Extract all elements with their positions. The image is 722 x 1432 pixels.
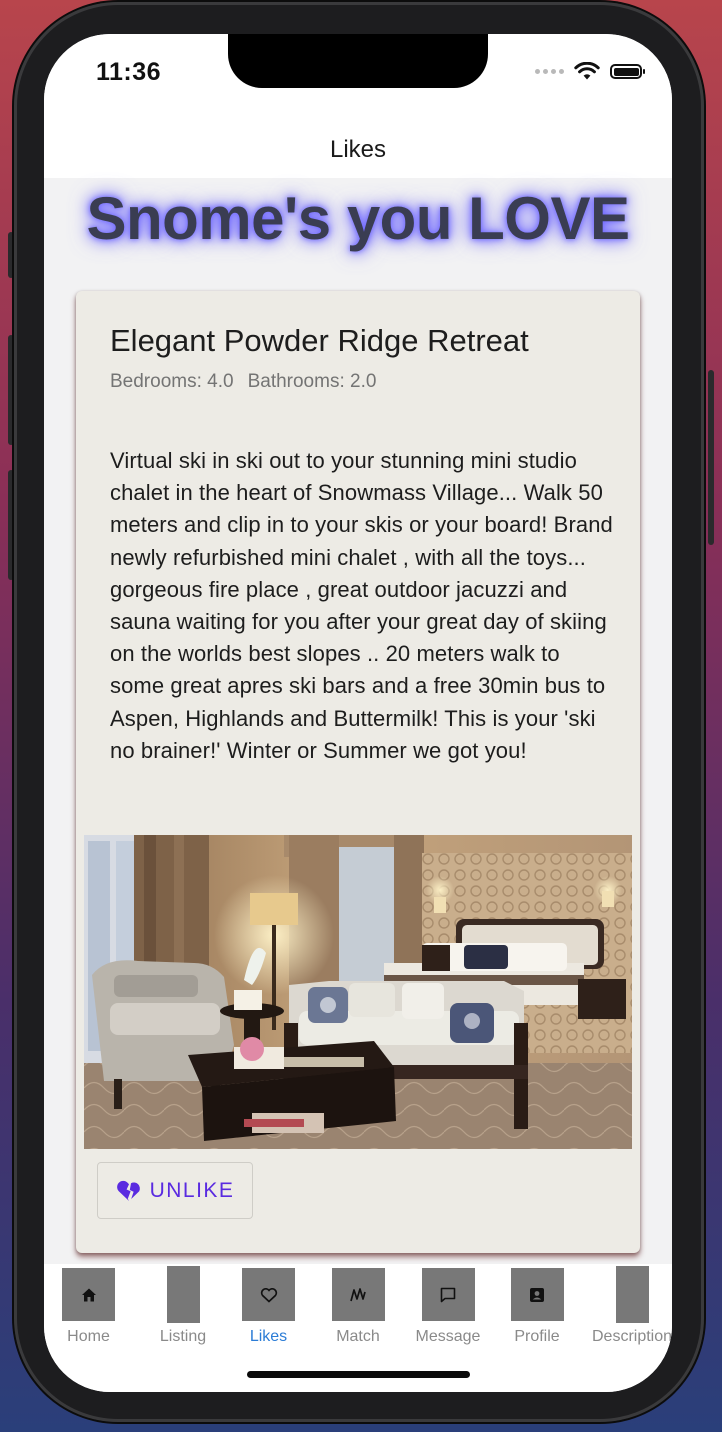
tab-description[interactable]: Description xyxy=(582,1264,672,1346)
listing-meta: Bedrooms: 4.0 Bathrooms: 2.0 xyxy=(110,371,376,393)
liked-listing-card: Elegant Powder Ridge Retreat Bedrooms: 4… xyxy=(76,291,640,1253)
listing-description: Virtual ski in ski out to your stunning … xyxy=(110,448,613,763)
bedrooms-count: Bedrooms: 4.0 xyxy=(110,371,234,392)
tab-home[interactable]: Home xyxy=(62,1264,115,1346)
wifi-icon xyxy=(574,62,600,80)
tab-label-listing: Listing xyxy=(159,1328,207,1345)
tab-label-match: Match xyxy=(336,1328,380,1345)
battery-icon xyxy=(610,64,645,79)
bathrooms-count: Bathrooms: 2.0 xyxy=(247,371,377,392)
heart-outline-icon xyxy=(242,1268,295,1321)
cellular-signal-icon xyxy=(535,69,564,74)
tab-likes[interactable]: Likes xyxy=(242,1264,295,1346)
status-bar: 11:36 xyxy=(44,34,672,122)
status-time: 11:36 xyxy=(96,58,162,86)
message-icon xyxy=(421,1268,475,1321)
tab-label-message: Message xyxy=(415,1328,481,1345)
power-button xyxy=(708,370,714,545)
profile-card-icon xyxy=(510,1268,564,1321)
heart-broken-icon xyxy=(116,1180,140,1201)
tab-message[interactable]: Message xyxy=(412,1264,484,1346)
unlike-button[interactable]: UNLIKE xyxy=(97,1162,253,1219)
listing-photo xyxy=(84,835,632,1149)
tab-listing[interactable]: Listing xyxy=(148,1264,218,1346)
home-indicator xyxy=(247,1371,470,1378)
tab-label-home: Home xyxy=(67,1328,110,1345)
app-bar: Likes xyxy=(44,122,672,178)
description-icon xyxy=(615,1266,649,1323)
tab-label-description: Description xyxy=(591,1328,672,1345)
likes-headline: Snome's you LOVE xyxy=(86,185,630,252)
listing-icon xyxy=(166,1266,200,1323)
tab-match[interactable]: Match xyxy=(328,1264,388,1346)
home-icon xyxy=(62,1268,115,1321)
tab-label-likes: Likes xyxy=(249,1328,288,1345)
tab-profile[interactable]: Profile xyxy=(508,1264,566,1346)
status-icons xyxy=(535,62,645,81)
page-title: Likes xyxy=(329,136,387,163)
match-icon xyxy=(331,1268,385,1321)
listing-title: Elegant Powder Ridge Retreat xyxy=(110,323,529,358)
phone-screen: 11:36 Likes Snome's you LOVE Elegant Pow… xyxy=(44,34,672,1392)
tab-label-profile: Profile xyxy=(514,1328,560,1345)
notch xyxy=(228,34,488,88)
unlike-label: UNLIKE xyxy=(149,1178,235,1202)
